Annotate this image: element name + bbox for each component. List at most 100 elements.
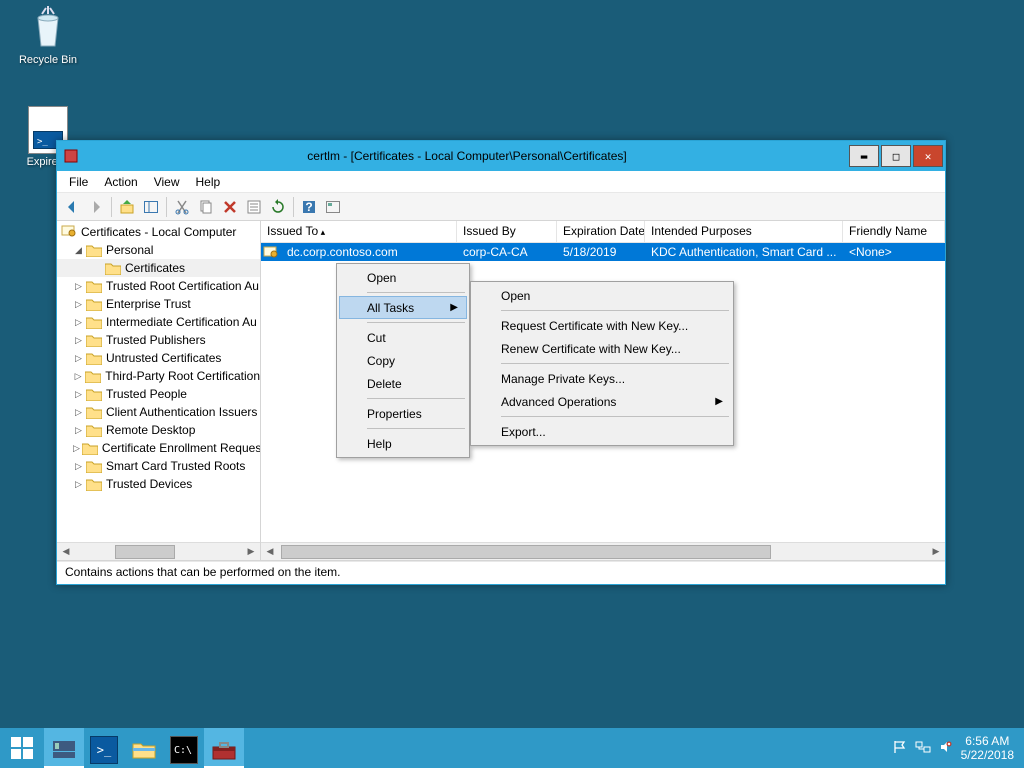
recycle-bin[interactable]: Recycle Bin <box>10 4 86 66</box>
col-purposes[interactable]: Intended Purposes <box>645 221 843 242</box>
tree-item-personal[interactable]: ◢Personal <box>57 241 260 259</box>
expand-icon[interactable]: ▷ <box>73 461 84 472</box>
tree-item[interactable]: ▷Certificate Enrollment Reques <box>57 439 260 457</box>
minimize-button[interactable]: ▬ <box>849 145 879 167</box>
folder-icon <box>86 352 102 365</box>
svg-text:?: ? <box>305 200 312 214</box>
expand-icon[interactable]: ▷ <box>73 479 84 490</box>
menu-open[interactable]: Open <box>339 266 467 289</box>
recycle-bin-label: Recycle Bin <box>10 54 86 66</box>
folder-icon <box>86 244 102 257</box>
tree-item[interactable]: ▷Untrusted Certificates <box>57 349 260 367</box>
tree-item[interactable]: ▷Smart Card Trusted Roots <box>57 457 260 475</box>
task-cmd[interactable]: C:\ <box>164 728 204 768</box>
expand-icon[interactable]: ▷ <box>73 281 84 292</box>
tree-item[interactable]: ▷Third-Party Root Certification <box>57 367 260 385</box>
expand-icon[interactable]: ▷ <box>73 353 84 364</box>
col-expiration[interactable]: Expiration Date <box>557 221 645 242</box>
expand-icon[interactable]: ▷ <box>73 335 84 346</box>
start-button[interactable] <box>0 728 44 768</box>
submenu-export[interactable]: Export... <box>473 420 731 443</box>
back-button[interactable] <box>61 196 83 218</box>
tree-item[interactable]: ▷Trusted Root Certification Au <box>57 277 260 295</box>
refresh-button[interactable] <box>267 196 289 218</box>
task-certlm[interactable] <box>204 728 244 768</box>
submenu-renew-cert[interactable]: Renew Certificate with New Key... <box>473 337 731 360</box>
submenu-advanced[interactable]: Advanced Operations▶ <box>473 390 731 413</box>
delete-button[interactable] <box>219 196 241 218</box>
expand-icon[interactable]: ▷ <box>73 443 80 454</box>
tree-item[interactable]: ▷Intermediate Certification Au <box>57 313 260 331</box>
expand-icon[interactable]: ▷ <box>73 407 84 418</box>
menu-all-tasks[interactable]: All Tasks▶ <box>339 296 467 319</box>
menu-action[interactable]: Action <box>96 172 145 192</box>
tray-volume-icon[interactable] <box>939 740 953 757</box>
menu-help[interactable]: Help <box>339 432 467 455</box>
expand-icon[interactable]: ▷ <box>73 299 84 310</box>
tree-item[interactable]: ▷Trusted Devices <box>57 475 260 493</box>
tree-item[interactable]: ▷Remote Desktop <box>57 421 260 439</box>
clock-date: 5/22/2018 <box>961 748 1014 762</box>
taskbar-clock[interactable]: 6:56 AM 5/22/2018 <box>961 734 1014 763</box>
scroll-left-icon[interactable]: ◀ <box>261 543 279 561</box>
maximize-button[interactable]: □ <box>881 145 911 167</box>
certificate-row[interactable]: dc.corp.contoso.com corp-CA-CA 5/18/2019… <box>261 243 945 261</box>
menu-properties[interactable]: Properties <box>339 402 467 425</box>
list-hscroll[interactable]: ◀ ▶ <box>261 542 945 560</box>
titlebar[interactable]: certlm - [Certificates - Local Computer\… <box>57 141 945 171</box>
tree-item-certificates[interactable]: Certificates <box>57 259 260 277</box>
menu-help[interactable]: Help <box>188 172 229 192</box>
tree-item[interactable]: ▷Trusted Publishers <box>57 331 260 349</box>
submenu-manage-keys[interactable]: Manage Private Keys... <box>473 367 731 390</box>
folder-icon <box>86 388 102 401</box>
toolbar: ? <box>57 193 945 221</box>
close-button[interactable]: ✕ <box>913 145 943 167</box>
expand-icon[interactable]: ▷ <box>73 389 84 400</box>
cell-expiration: 5/18/2019 <box>557 245 645 259</box>
scroll-right-icon[interactable]: ▶ <box>927 543 945 561</box>
options-button[interactable] <box>322 196 344 218</box>
menu-view[interactable]: View <box>146 172 188 192</box>
expand-icon[interactable]: ▷ <box>73 317 84 328</box>
task-powershell[interactable]: >_ <box>84 728 124 768</box>
cut-button[interactable] <box>171 196 193 218</box>
collapse-icon[interactable]: ◢ <box>73 245 84 256</box>
folder-icon <box>86 460 102 473</box>
copy-button[interactable] <box>195 196 217 218</box>
col-issued-to[interactable]: Issued To <box>261 221 457 242</box>
up-button[interactable] <box>116 196 138 218</box>
expand-icon[interactable]: ▷ <box>73 371 83 382</box>
cell-issued-by: corp-CA-CA <box>457 245 557 259</box>
tree-hscroll[interactable]: ◀ ▶ <box>57 542 260 560</box>
col-friendly[interactable]: Friendly Name <box>843 221 945 242</box>
properties-button[interactable] <box>243 196 265 218</box>
tree-item[interactable]: ▷Client Authentication Issuers <box>57 403 260 421</box>
scroll-right-icon[interactable]: ▶ <box>242 543 260 561</box>
scroll-left-icon[interactable]: ◀ <box>57 543 75 561</box>
desktop[interactable]: Recycle Bin ExpireTe certlm - [Certifica… <box>0 0 1024 728</box>
tray-network-icon[interactable] <box>915 740 931 757</box>
submenu-request-cert[interactable]: Request Certificate with New Key... <box>473 314 731 337</box>
col-issued-by[interactable]: Issued By <box>457 221 557 242</box>
forward-button[interactable] <box>85 196 107 218</box>
show-hide-tree-button[interactable] <box>140 196 162 218</box>
scroll-thumb[interactable] <box>115 545 175 559</box>
certificate-icon <box>263 245 279 259</box>
scroll-thumb[interactable] <box>281 545 771 559</box>
tree-item[interactable]: ▷Enterprise Trust <box>57 295 260 313</box>
submenu-open[interactable]: Open <box>473 284 731 307</box>
tree-item[interactable]: ▷Trusted People <box>57 385 260 403</box>
menu-delete[interactable]: Delete <box>339 372 467 395</box>
tray-flag-icon[interactable] <box>893 740 907 757</box>
menubar: File Action View Help <box>57 171 945 193</box>
task-server-manager[interactable] <box>44 728 84 768</box>
expand-icon[interactable]: ▷ <box>73 425 84 436</box>
submenu-arrow-icon: ▶ <box>450 302 458 313</box>
menu-copy[interactable]: Copy <box>339 349 467 372</box>
tree-root[interactable]: Certificates - Local Computer <box>57 223 260 241</box>
menu-cut[interactable]: Cut <box>339 326 467 349</box>
task-explorer[interactable] <box>124 728 164 768</box>
cell-issued-to: dc.corp.contoso.com <box>281 245 457 259</box>
help-button[interactable]: ? <box>298 196 320 218</box>
menu-file[interactable]: File <box>61 172 96 192</box>
